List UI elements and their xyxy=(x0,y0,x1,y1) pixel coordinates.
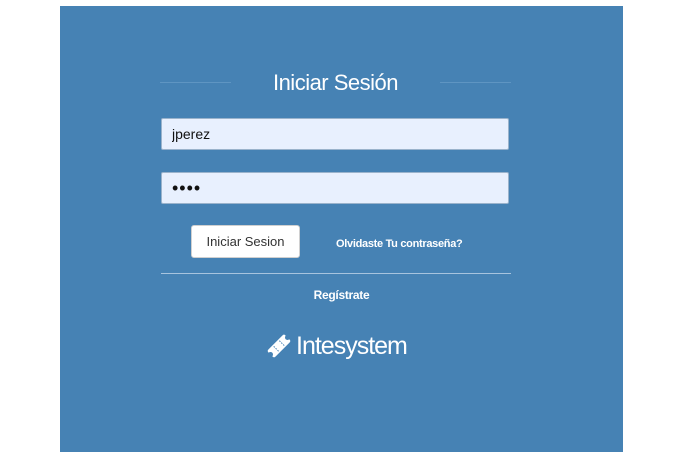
login-panel: Iniciar Sesión Iniciar Sesion Olvidaste … xyxy=(60,6,623,452)
ticket-icon xyxy=(266,333,292,359)
login-button[interactable]: Iniciar Sesion xyxy=(191,225,300,258)
password-input[interactable] xyxy=(161,172,509,204)
page-title: Iniciar Sesión xyxy=(272,70,399,95)
form-divider xyxy=(161,273,511,274)
register-link[interactable]: Regístrate xyxy=(60,288,623,302)
brand-logo: Intesystem xyxy=(266,330,408,362)
title-divider-right xyxy=(440,82,511,83)
username-input[interactable] xyxy=(161,118,509,150)
forgot-password-link[interactable]: Olvidaste Tu contraseña? xyxy=(336,238,463,250)
brand-name: Intesystem xyxy=(296,331,408,360)
login-header: Iniciar Sesión xyxy=(160,66,511,100)
